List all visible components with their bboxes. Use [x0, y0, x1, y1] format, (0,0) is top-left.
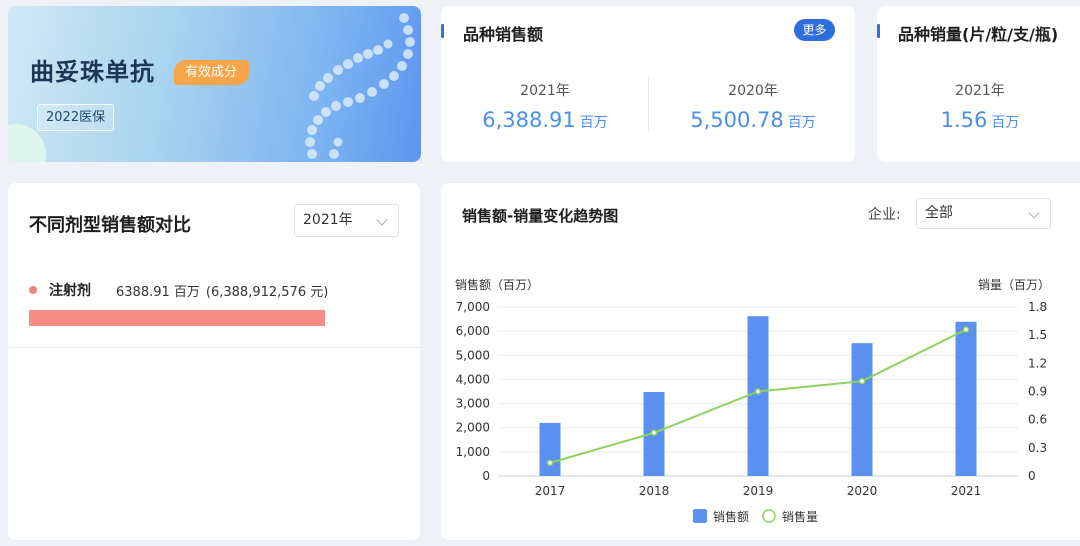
more-button[interactable]: 更多 — [794, 19, 835, 41]
divider — [8, 347, 420, 348]
year-select-value: 2021年 — [303, 212, 353, 228]
variety-volume-title: 品种销量(片/粒/支/瓶) — [898, 25, 1059, 44]
metric-unit: 百万 — [579, 115, 608, 131]
dosage-compare-title: 不同剂型销售额对比 — [29, 215, 191, 236]
metric-unit: 百万 — [991, 115, 1020, 131]
company-select-value: 全部 — [925, 205, 953, 221]
dosage-value: 6388.91 百万 (6,388,912,576 元) — [116, 281, 328, 300]
company-select[interactable]: 全部 — [916, 198, 1051, 229]
metric-value: 5,500.78 百万 — [673, 108, 833, 132]
section-marker — [877, 24, 880, 38]
legend-dot — [29, 286, 37, 294]
chevron-down-icon — [1028, 207, 1040, 219]
chevron-down-icon — [376, 214, 388, 226]
ingredient-badge: 有效成分 — [174, 60, 250, 85]
hero-banner: 曲妥珠单抗 有效成分 2022医保 — [8, 6, 421, 162]
drug-title: 曲妥珠单抗 — [30, 58, 155, 86]
trend-card — [441, 183, 1080, 540]
metric-year: 2021年 — [520, 83, 570, 99]
dna-helix-illustration — [305, 13, 415, 159]
divider — [648, 77, 649, 133]
metric-year: 2021年 — [955, 83, 1005, 99]
variety-sales-title: 品种销售额 — [463, 25, 544, 44]
metric-unit: 百万 — [787, 115, 816, 131]
metric-number: 6,388.91 — [482, 108, 576, 132]
year-select[interactable]: 2021年 — [294, 204, 399, 237]
dosage-share-bar — [29, 310, 325, 326]
metric-value: 1.56 百万 — [900, 108, 1060, 132]
company-filter-label: 企业: — [868, 207, 901, 223]
metric-number: 5,500.78 — [690, 108, 784, 132]
metric-number: 1.56 — [940, 108, 988, 132]
dosage-yuan: (6,388,912,576 元) — [205, 285, 329, 300]
dosage-name: 注射剂 — [49, 283, 91, 299]
metric-year: 2020年 — [728, 83, 778, 99]
metric-value: 6,388.91 百万 — [465, 108, 625, 132]
dosage-amount: 6388.91 百万 — [116, 285, 200, 300]
insurance-tag: 2022医保 — [37, 104, 115, 131]
section-marker — [441, 24, 444, 38]
trend-title: 销售额-销量变化趋势图 — [462, 207, 619, 225]
